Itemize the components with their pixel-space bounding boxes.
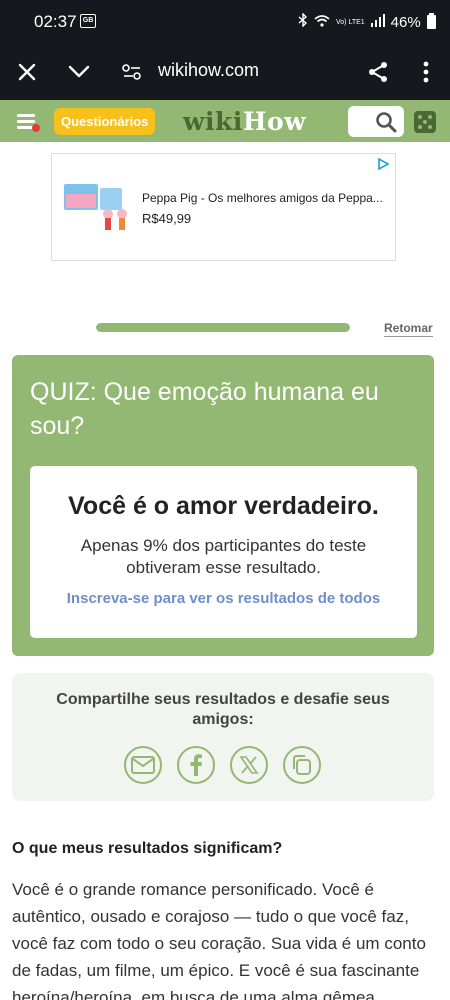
quiz-result-card: QUIZ: Que emoção humana eu sou? Você é o… bbox=[12, 355, 434, 656]
site-settings-icon[interactable] bbox=[116, 56, 148, 88]
notification-dot bbox=[32, 124, 40, 132]
share-icon[interactable] bbox=[362, 56, 394, 88]
ad-choices-icon[interactable] bbox=[377, 158, 389, 170]
article-body: Você é o grande romance personificado. V… bbox=[12, 880, 426, 1000]
share-title: Compartilhe seus resultados e desafie se… bbox=[56, 691, 390, 728]
random-article-icon[interactable] bbox=[414, 111, 436, 133]
status-indicators: Vo) LTE1 46% bbox=[298, 12, 436, 32]
notification-icon: GB bbox=[80, 14, 96, 28]
url-field[interactable]: wikihow.com bbox=[158, 60, 259, 81]
battery-percent: 46% bbox=[390, 13, 421, 31]
quiz-progress-fill bbox=[96, 323, 350, 332]
browser-toolbar: wikihow.com bbox=[0, 44, 450, 100]
copy-link-icon[interactable] bbox=[283, 746, 321, 784]
chevron-down-icon[interactable] bbox=[63, 56, 95, 88]
search-button[interactable] bbox=[348, 106, 404, 137]
result-description: Apenas 9% dos participantes do teste obt… bbox=[80, 536, 367, 577]
ad-price: R$49,99 bbox=[142, 211, 192, 226]
share-card: Compartilhe seus resultados e desafie se… bbox=[12, 673, 434, 801]
signal-icon bbox=[370, 13, 385, 31]
battery-icon bbox=[426, 13, 436, 29]
facebook-icon[interactable] bbox=[177, 746, 215, 784]
result-title: Você é o amor verdadeiro. bbox=[68, 492, 379, 520]
wikihow-logo[interactable]: wikiHow bbox=[183, 107, 306, 136]
bluetooth-icon bbox=[298, 12, 308, 31]
resume-link[interactable]: Retomar bbox=[384, 321, 433, 337]
x-twitter-icon[interactable] bbox=[230, 746, 268, 784]
quiz-progress-bar bbox=[96, 323, 350, 332]
status-time: 02:37 bbox=[34, 12, 77, 31]
network-type: Vo) LTE1 bbox=[336, 18, 365, 26]
result-box: Você é o amor verdadeiro. Apenas 9% dos … bbox=[30, 466, 417, 638]
more-options-icon[interactable] bbox=[410, 56, 442, 88]
section-heading: O que meus resultados significam? bbox=[12, 840, 283, 857]
wifi-icon bbox=[314, 14, 330, 31]
status-bar: 02:37 GB Vo) LTE1 46% bbox=[0, 0, 450, 44]
advertisement[interactable]: Peppa Pig - Os melhores amigos da Peppa.… bbox=[51, 153, 396, 261]
product-image bbox=[64, 184, 127, 230]
ad-title[interactable]: Peppa Pig - Os melhores amigos da Peppa.… bbox=[142, 191, 383, 205]
quiz-title: QUIZ: Que emoção humana eu sou? bbox=[30, 378, 379, 440]
logo-how-text: How bbox=[242, 107, 307, 136]
menu-icon[interactable] bbox=[14, 111, 40, 133]
see-all-results-link[interactable]: Inscreva-se para ver os resultados de to… bbox=[30, 590, 417, 607]
quiz-button[interactable]: Questionários bbox=[54, 108, 156, 135]
search-icon bbox=[376, 112, 397, 133]
email-icon[interactable] bbox=[124, 746, 162, 784]
logo-wiki-text: wiki bbox=[183, 107, 243, 136]
close-icon[interactable] bbox=[11, 56, 43, 88]
